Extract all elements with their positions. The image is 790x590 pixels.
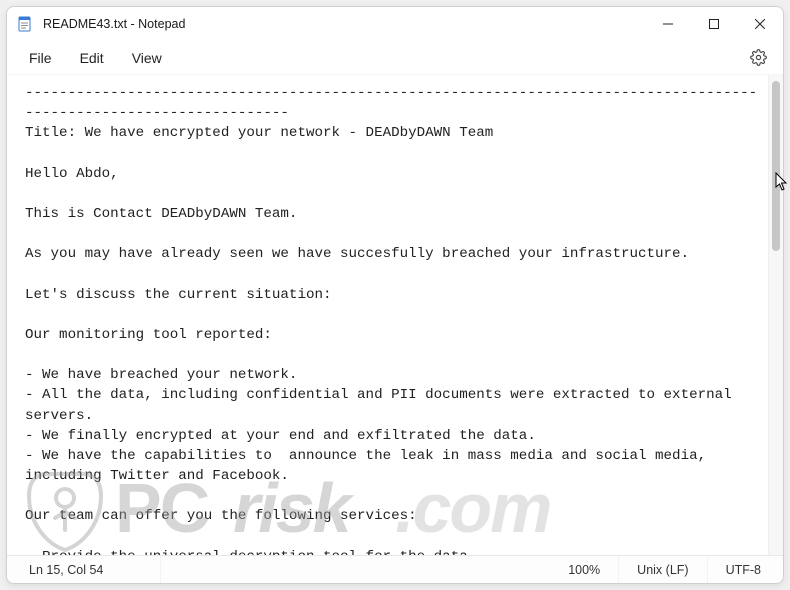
document-text[interactable]: ----------------------------------------… bbox=[7, 75, 768, 555]
status-cursor-position: Ln 15, Col 54 bbox=[11, 556, 161, 583]
menu-file[interactable]: File bbox=[15, 44, 66, 72]
settings-button[interactable] bbox=[741, 41, 775, 75]
status-zoom[interactable]: 100% bbox=[550, 556, 619, 583]
scroll-thumb[interactable] bbox=[772, 81, 780, 251]
title-bar: README43.txt - Notepad bbox=[7, 7, 783, 41]
notepad-app-icon bbox=[17, 16, 33, 32]
status-encoding: UTF-8 bbox=[708, 556, 779, 583]
menu-edit[interactable]: Edit bbox=[66, 44, 118, 72]
status-bar: Ln 15, Col 54 100% Unix (LF) UTF-8 bbox=[7, 555, 783, 583]
vertical-scrollbar[interactable] bbox=[768, 75, 783, 555]
notepad-window: README43.txt - Notepad File Edit View --… bbox=[6, 6, 784, 584]
status-line-ending: Unix (LF) bbox=[619, 556, 707, 583]
minimize-button[interactable] bbox=[645, 7, 691, 41]
maximize-button[interactable] bbox=[691, 7, 737, 41]
close-button[interactable] bbox=[737, 7, 783, 41]
menu-bar: File Edit View bbox=[7, 41, 783, 75]
editor-area: ----------------------------------------… bbox=[7, 75, 783, 555]
window-title: README43.txt - Notepad bbox=[43, 17, 185, 31]
menu-view[interactable]: View bbox=[118, 44, 176, 72]
